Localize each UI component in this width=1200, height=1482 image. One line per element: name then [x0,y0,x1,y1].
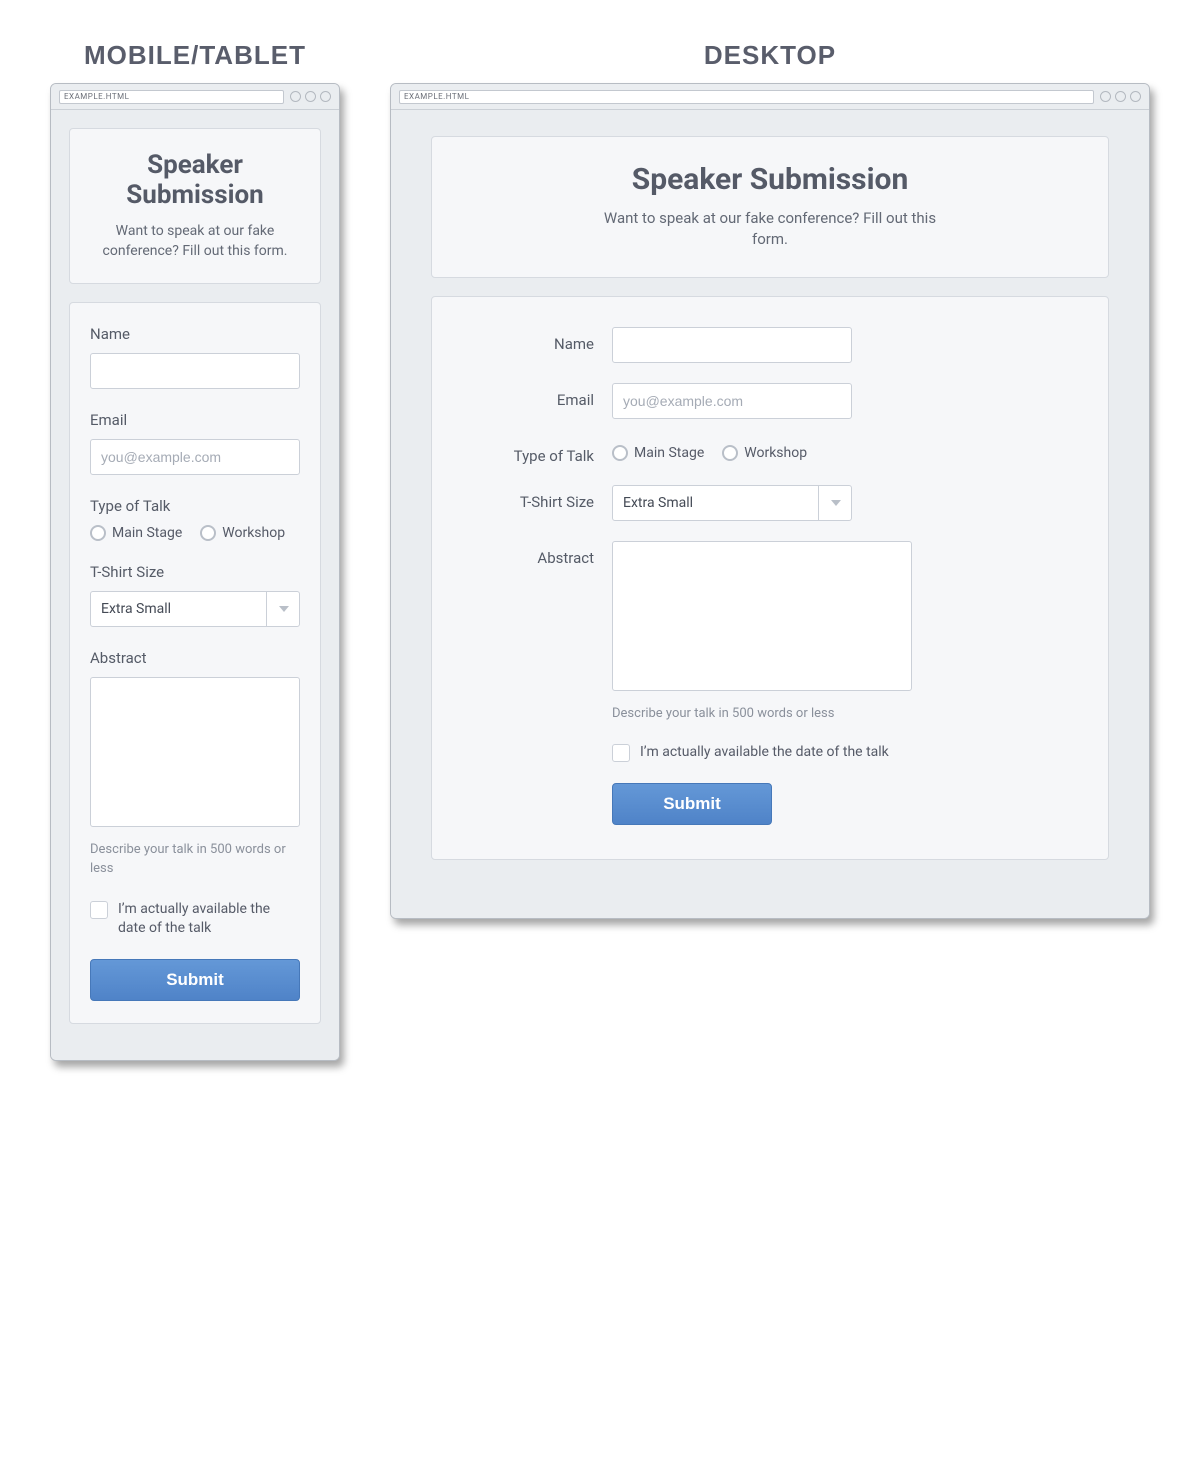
variant-heading-mobile: Mobile/Tablet [84,40,306,71]
form-card: Name Email Type of Talk Main Stage [69,302,321,1024]
page-subtitle: Want to speak at our fake conference? Fi… [90,221,300,262]
abstract-label: Abstract [472,541,612,567]
select-dropdown-button[interactable] [266,591,300,627]
submit-button[interactable]: Submit [612,783,772,825]
radio-main-stage[interactable]: Main Stage [90,525,182,541]
window-button-icon[interactable] [1130,91,1141,102]
name-label: Name [90,325,300,343]
availability-checkbox-row[interactable]: I’m actually available the date of the t… [612,743,1068,763]
window-button-icon[interactable] [1115,91,1126,102]
availability-label: I’m actually available the date of the t… [118,900,300,939]
radio-icon [200,525,216,541]
email-input[interactable] [90,439,300,475]
radio-workshop[interactable]: Workshop [200,525,285,541]
checkbox-icon [612,744,630,762]
form-card: Name Email Type of Talk [431,296,1109,860]
radio-icon [612,445,628,461]
window-button-icon[interactable] [1100,91,1111,102]
header-card: Speaker Submission Want to speak at our … [69,128,321,284]
select-value: Extra Small [612,485,852,521]
titlebar: EXAMPLE.HTML [51,84,339,110]
talk-type-label: Type of Talk [90,497,300,515]
email-label: Email [90,411,300,429]
header-card: Speaker Submission Want to speak at our … [431,136,1109,278]
address-bar[interactable]: EXAMPLE.HTML [59,90,284,104]
tshirt-label: T-Shirt Size [90,563,300,581]
name-input[interactable] [612,327,852,363]
select-dropdown-button[interactable] [818,485,852,521]
abstract-textarea[interactable] [612,541,912,691]
radio-label: Main Stage [634,445,704,461]
page-title: Speaker Submission [90,151,300,211]
tshirt-select[interactable]: Extra Small [612,485,852,521]
abstract-hint: Describe your talk in 500 words or less [90,841,300,877]
name-input[interactable] [90,353,300,389]
address-bar[interactable]: EXAMPLE.HTML [399,90,1094,104]
radio-main-stage[interactable]: Main Stage [612,445,704,461]
radio-workshop[interactable]: Workshop [722,445,807,461]
email-label: Email [472,383,612,409]
abstract-hint: Describe your talk in 500 words or less [612,705,912,723]
abstract-textarea[interactable] [90,677,300,827]
tshirt-label: T-Shirt Size [472,485,612,511]
name-label: Name [472,327,612,353]
page-subtitle: Want to speak at our fake conference? Fi… [590,208,950,252]
availability-checkbox-row[interactable]: I’m actually available the date of the t… [90,900,300,939]
email-input[interactable] [612,383,852,419]
chevron-down-icon [831,500,841,506]
window-button-icon[interactable] [305,91,316,102]
window-button-icon[interactable] [320,91,331,102]
window-button-icon[interactable] [290,91,301,102]
radio-label: Main Stage [112,525,182,541]
page-title: Speaker Submission [462,163,1078,198]
mobile-window: EXAMPLE.HTML Speaker Submission Want to … [50,83,340,1061]
availability-label: I’m actually available the date of the t… [640,743,889,763]
radio-icon [90,525,106,541]
radio-label: Workshop [222,525,285,541]
variant-heading-desktop: Desktop [704,40,836,71]
titlebar: EXAMPLE.HTML [391,84,1149,110]
chevron-down-icon [279,606,289,612]
radio-icon [722,445,738,461]
checkbox-icon [90,901,108,919]
desktop-window: EXAMPLE.HTML Speaker Submission Want to … [390,83,1150,919]
submit-button[interactable]: Submit [90,959,300,1001]
talk-type-label: Type of Talk [472,439,612,465]
abstract-label: Abstract [90,649,300,667]
tshirt-select[interactable]: Extra Small [90,591,300,627]
radio-label: Workshop [744,445,807,461]
